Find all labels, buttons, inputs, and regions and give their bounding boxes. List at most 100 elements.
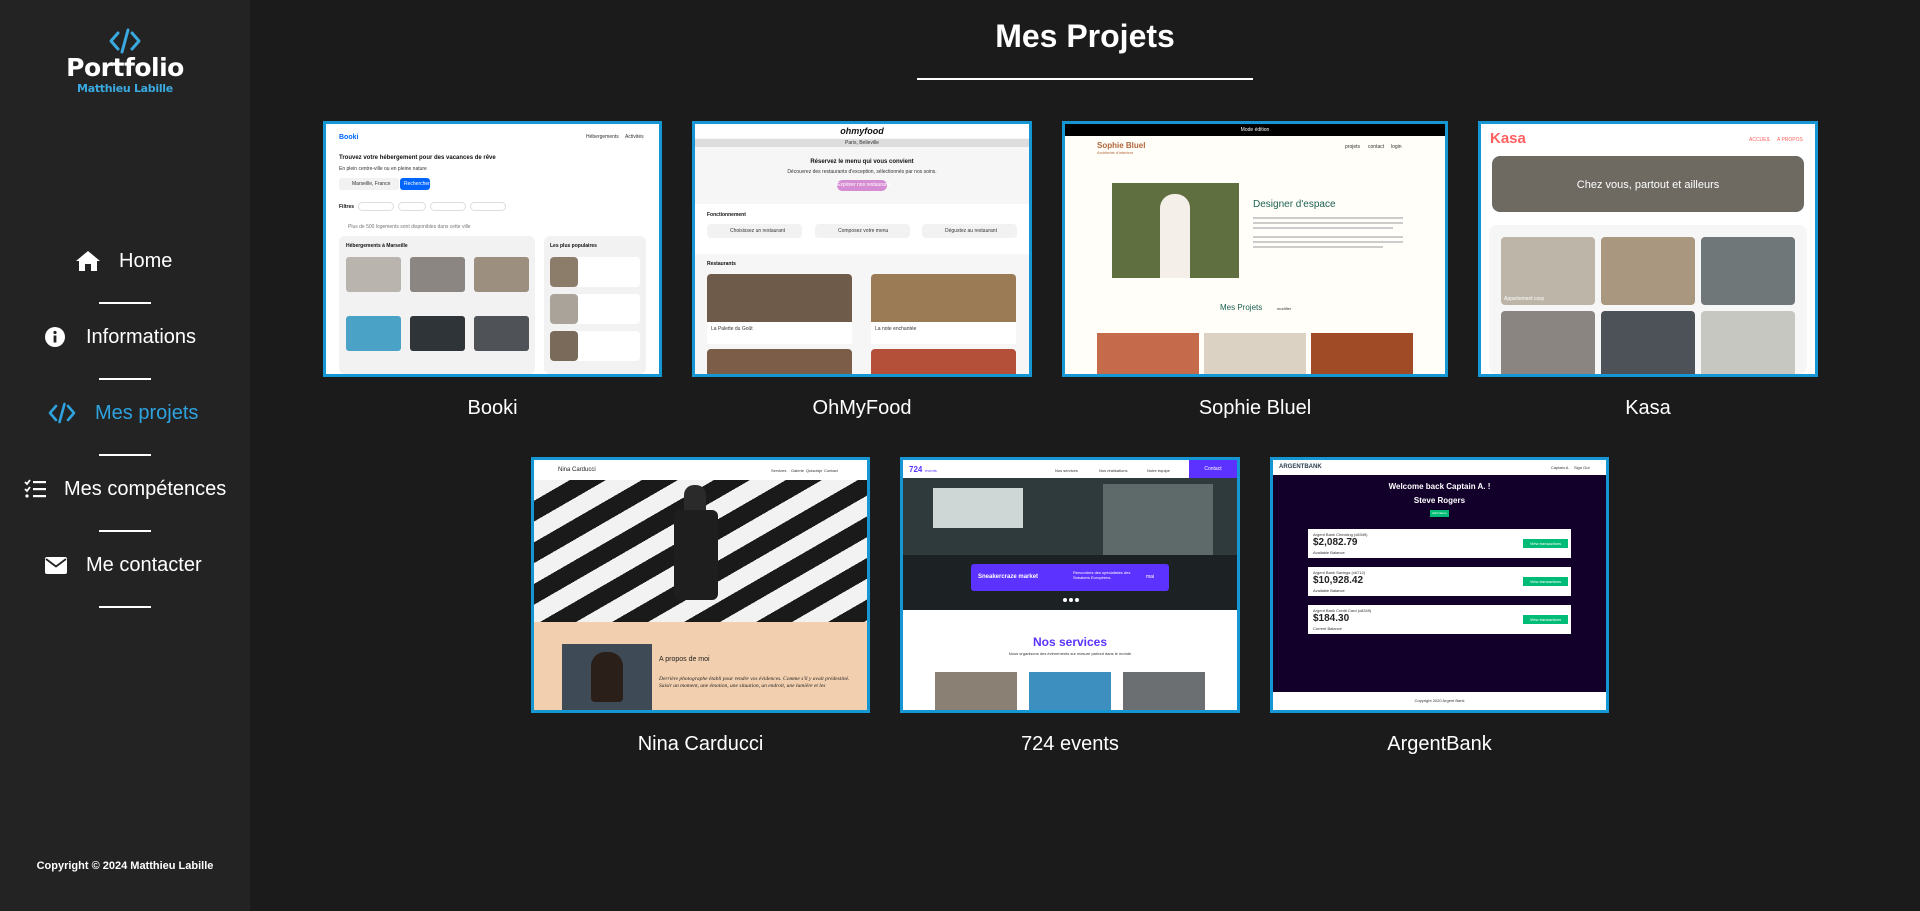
nav-item-home[interactable]: Home [0, 241, 250, 281]
project-title-kasa[interactable]: Kasa [1478, 397, 1818, 420]
argent-account-amount: $2,082.79 [1313, 537, 1358, 548]
nav-divider [99, 606, 151, 608]
sophie-brand-sub: Architecte d'intérieur [1097, 150, 1134, 155]
home-icon [75, 250, 101, 272]
nav-label-me-contacter: Me contacter [86, 553, 202, 576]
booki-notice: Plus de 500 logements sont disponibles d… [348, 224, 471, 230]
booki-filters: Filtres [339, 204, 355, 210]
nav-divider [99, 302, 151, 304]
nav-label-home: Home [119, 249, 173, 272]
sophie-heading: Designer d'espace [1253, 199, 1336, 210]
ohmyfood-city: Paris, Belleville [845, 140, 879, 146]
project-title-ohmyfood[interactable]: OhMyFood [692, 397, 1032, 420]
ohmyfood-section1: Fonctionnement [707, 212, 746, 218]
argent-account-desc: Available Balance [1313, 550, 1345, 555]
project-thumbnail-ohmyfood[interactable]: ohmyfood Paris, Belleville Réservez le m… [692, 121, 1032, 377]
events-slide-title: Sneakercraze market [978, 574, 1039, 580]
project-title-booki[interactable]: Booki [323, 397, 662, 420]
project-thumbnail-sophie-bluel[interactable]: Mode édition Sophie Bluel Architecte d'i… [1062, 121, 1448, 377]
nav-label-mes-competences: Mes compétences [64, 477, 227, 500]
argent-account-amount: $184.30 [1313, 613, 1350, 624]
sophie-nav: projets [1345, 144, 1361, 150]
argent-footer: Copyright 2020 Argent Bank [1414, 698, 1465, 703]
page-title: Mes Projets [995, 18, 1175, 54]
nina-nav: Contact [824, 468, 838, 473]
logo-title: Portfolio [66, 53, 184, 82]
ohmyfood-restaurant: La note enchantée [875, 326, 917, 332]
nav-divider [99, 454, 151, 456]
project-thumbnail-booki[interactable]: Booki Hébergements Activités Trouvez vot… [323, 121, 662, 377]
booki-location: Marseille, France [352, 181, 391, 187]
events-brand-sub: events [925, 468, 937, 473]
project-title-argentbank[interactable]: ArgentBank [1270, 733, 1609, 756]
project-card-argentbank[interactable]: ARGENTBANK Captain A. Sign Out Welcome b… [1270, 457, 1609, 762]
project-card-nina-carducci[interactable]: Nina Carducci Services Galerie Quisuisje… [531, 457, 870, 762]
argent-view-transactions-button: View transactions [1529, 541, 1562, 546]
nav-divider [99, 530, 151, 532]
nina-nav: Quisuisje [806, 468, 823, 473]
kasa-brand: Kasa [1490, 130, 1526, 147]
copyright: Copyright © 2024 Matthieu Labille [36, 860, 214, 872]
sophie-topbar: Mode édition [1240, 127, 1270, 133]
project-title-724-events[interactable]: 724 events [900, 733, 1240, 756]
ohmyfood-step: Dégustez au restaurant [945, 228, 997, 234]
booki-nav: Hébergements [586, 134, 619, 140]
project-card-sophie-bluel[interactable]: Mode édition Sophie Bluel Architecte d'i… [1062, 121, 1448, 426]
nina-quote: Derrière photographe établi pour rendre … [659, 676, 850, 689]
title-underline [917, 78, 1253, 80]
kasa-nav: A PROPOS [1777, 137, 1803, 143]
sidebar: Portfolio Matthieu Labille Home Informat… [0, 0, 250, 911]
nav-label-mes-projets: Mes projets [95, 401, 199, 424]
nav-label-informations: Informations [86, 325, 197, 348]
project-card-724-events[interactable]: 724 events Nos services Nos réalisations… [900, 457, 1240, 762]
events-contact: Contact [1204, 466, 1222, 472]
ohmyfood-step: Composez votre menu [838, 228, 889, 234]
checklist-icon [24, 479, 46, 499]
project-thumbnail-724-events[interactable]: 724 events Nos services Nos réalisations… [900, 457, 1240, 713]
project-title-sophie-bluel[interactable]: Sophie Bluel [1062, 397, 1448, 420]
nina-brand: Nina Carducci [558, 467, 596, 473]
sophie-nav: login [1391, 144, 1402, 150]
argent-account-amount: $10,928.42 [1313, 575, 1364, 586]
argent-edit: Edit Name [1432, 511, 1447, 515]
nina-nav: Galerie [791, 468, 804, 473]
envelope-icon [45, 556, 67, 574]
nina-about: A propos de moi [659, 656, 710, 663]
nav-item-informations[interactable]: Informations [0, 317, 250, 357]
events-services: Nos services [1032, 635, 1108, 649]
events-brand: 724 [909, 465, 923, 474]
kasa-card-title: Appartement cosy [1504, 296, 1545, 302]
argent-brand: ARGENTBANK [1279, 464, 1322, 470]
ohmyfood-sub: Découvrez des restaurants d'exception, s… [787, 169, 937, 175]
project-card-kasa[interactable]: Kasa ACCUEIL A PROPOS Chez vous, partout… [1478, 121, 1818, 426]
booki-sub: En plein centre-ville ou en pleine natur… [339, 166, 427, 172]
events-nav: Nos services [1055, 468, 1078, 473]
ohmyfood-restaurant: La Palette du Goût [711, 326, 753, 332]
project-thumbnail-argentbank[interactable]: ARGENTBANK Captain A. Sign Out Welcome b… [1270, 457, 1609, 713]
sophie-brand: Sophie Bluel [1097, 141, 1146, 150]
project-thumbnail-kasa[interactable]: Kasa ACCUEIL A PROPOS Chez vous, partout… [1478, 121, 1818, 377]
booki-brand: Booki [339, 134, 359, 141]
argent-view-transactions-button: View transactions [1529, 617, 1562, 622]
argent-account-desc: Current Balance [1313, 626, 1342, 631]
booki-section2: Les plus populaires [550, 243, 597, 249]
nav-item-mes-projets[interactable]: Mes projets [0, 393, 250, 433]
nav-item-me-contacter[interactable]: Me contacter [0, 545, 250, 585]
project-card-ohmyfood[interactable]: ohmyfood Paris, Belleville Réservez le m… [692, 121, 1032, 426]
events-nav: Notre équipe [1147, 468, 1170, 473]
kasa-banner: Chez vous, partout et ailleurs [1576, 179, 1720, 191]
events-slide-date: mai [1146, 574, 1155, 580]
project-thumbnail-nina-carducci[interactable]: Nina Carducci Services Galerie Quisuisje… [531, 457, 870, 713]
ohmyfood-brand: ohmyfood [840, 126, 884, 136]
argent-view-transactions-button: View transactions [1529, 579, 1562, 584]
argent-user: Captain A. [1551, 465, 1570, 470]
project-title-nina-carducci[interactable]: Nina Carducci [531, 733, 870, 756]
ohmyfood-cta: Explorer nos restaurants [837, 182, 892, 188]
project-card-booki[interactable]: Booki Hébergements Activités Trouvez vot… [323, 121, 662, 426]
nav-item-mes-competences[interactable]: Mes compétences [0, 469, 250, 509]
booki-heading: Trouvez votre hébergement pour des vacan… [339, 155, 496, 161]
nav-divider [99, 378, 151, 380]
nina-nav: Services [771, 468, 787, 473]
booki-search: Rechercher [404, 181, 430, 187]
info-icon [45, 327, 65, 347]
